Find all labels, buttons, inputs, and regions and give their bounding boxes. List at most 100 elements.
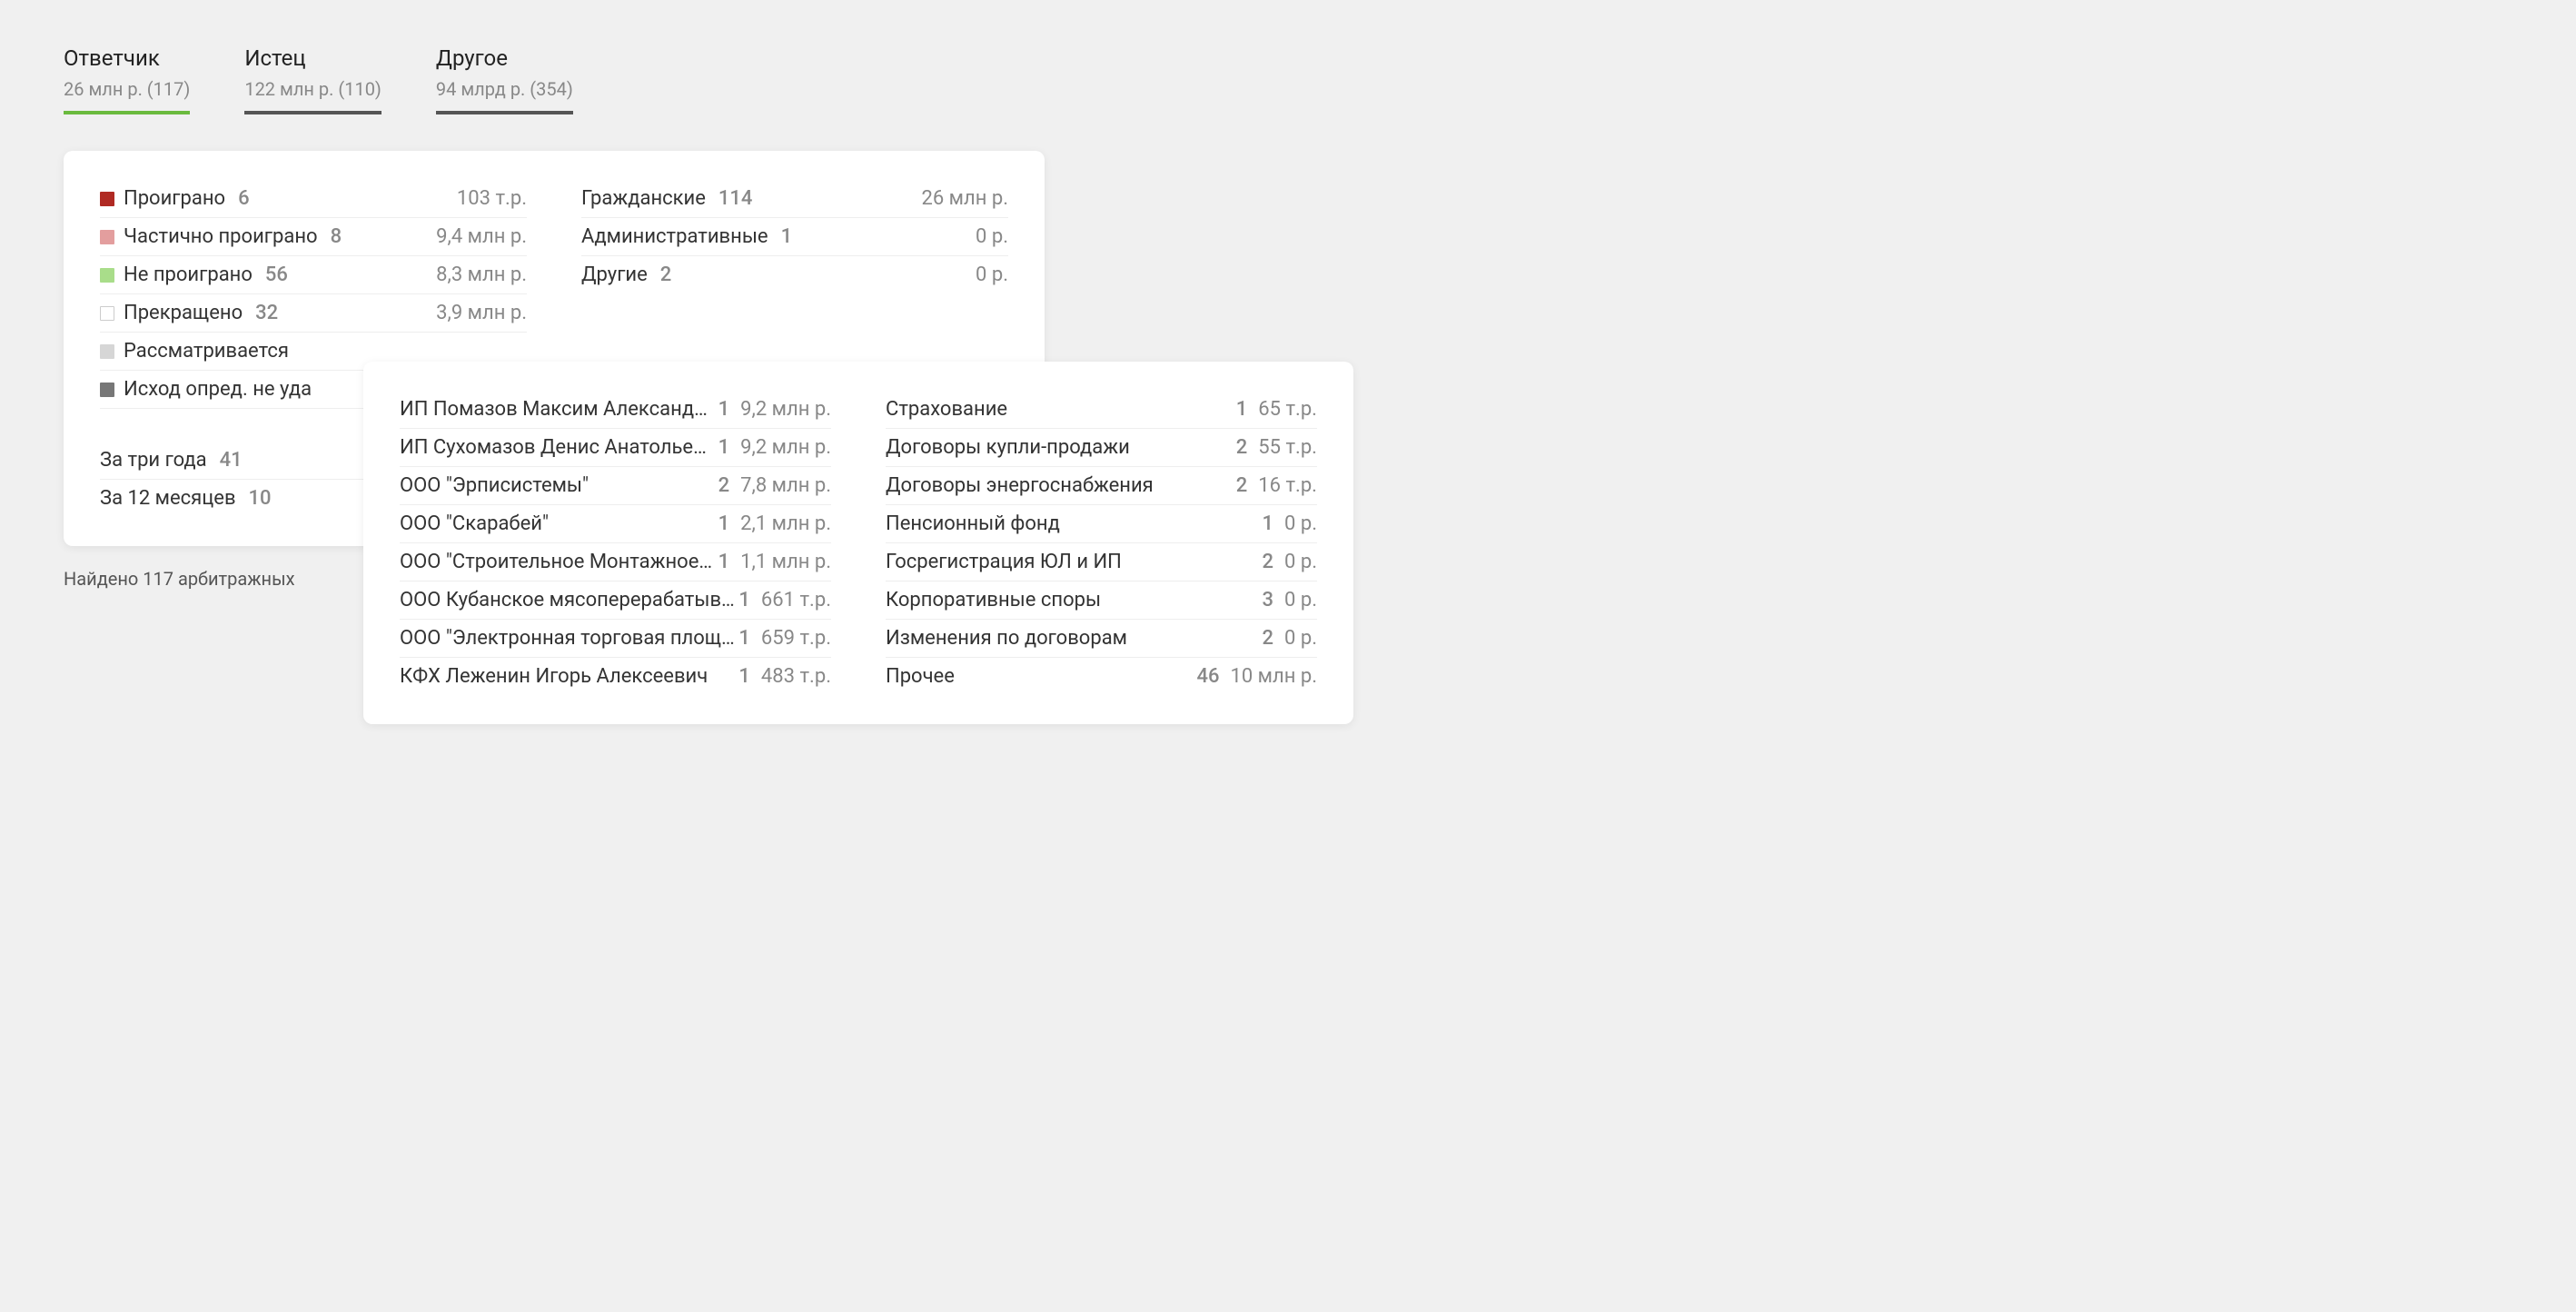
- category-count: 1: [1263, 512, 1274, 535]
- category-row[interactable]: Корпоративные споры30 р.: [886, 581, 1317, 620]
- type-count: 1: [781, 225, 793, 248]
- status-row[interactable]: Не проиграно 56 8,3 млн р.: [100, 256, 527, 294]
- category-row[interactable]: Прочее46 10 млн р.: [886, 658, 1317, 695]
- status-chip-icon: [100, 192, 114, 206]
- status-value: 103 т.р.: [457, 187, 527, 210]
- party-row[interactable]: КФХ Леженин Игорь Алексеевич1 483 т.р.: [400, 658, 831, 695]
- status-value: 9,4 млн р.: [436, 225, 527, 248]
- tab-title: Истец: [244, 45, 381, 71]
- status-value: 3,9 млн р.: [436, 302, 527, 324]
- party-count: 1: [738, 589, 750, 611]
- party-row[interactable]: ООО Кубанское мясоперерабатывающе...1661…: [400, 581, 831, 620]
- category-row[interactable]: Договоры энергоснабжения2 16 т.р.: [886, 467, 1317, 505]
- party-value: 661 т.р.: [761, 589, 831, 611]
- type-value: 26 млн р.: [921, 187, 1008, 210]
- party-value: 7,8 млн р.: [740, 474, 831, 497]
- status-count: 6: [238, 187, 250, 210]
- party-value: 9,2 млн р.: [740, 398, 831, 421]
- category-value: 65 т.р.: [1258, 398, 1317, 421]
- status-label: Рассматривается: [124, 340, 289, 363]
- party-row[interactable]: ИП Помазов Максим Александрович19,2 млн …: [400, 391, 831, 429]
- tab-plaintiff[interactable]: Истец 122 млн р. (110): [244, 45, 381, 114]
- category-label: Прочее: [886, 665, 1193, 688]
- category-count: 3: [1263, 589, 1274, 611]
- tab-subtitle: 122 млн р. (110): [244, 78, 381, 100]
- status-row[interactable]: Прекращено 32 3,9 млн р.: [100, 294, 527, 333]
- party-row[interactable]: ООО "Эрписистемы"2 7,8 млн р.: [400, 467, 831, 505]
- tab-subtitle: 94 млрд р. (354): [436, 78, 573, 100]
- category-count: 2: [1236, 474, 1248, 497]
- type-count: 114: [718, 187, 753, 210]
- status-label: Не проиграно: [124, 263, 253, 286]
- type-row[interactable]: Административные 1 0 р.: [581, 218, 1008, 256]
- category-count: 46: [1196, 665, 1219, 688]
- category-value: 10 млн р.: [1230, 665, 1317, 688]
- category-row[interactable]: Госрегистрация ЮЛ и ИП2 0 р.: [886, 543, 1317, 581]
- party-label: ИП Сухомазов Денис Анатольевич: [400, 436, 715, 459]
- category-label: Страхование: [886, 398, 1233, 421]
- status-label: Исход опред. не уда: [124, 378, 312, 401]
- period-label: За 12 месяцев: [100, 487, 236, 510]
- type-row[interactable]: Гражданские 114 26 млн р.: [581, 180, 1008, 218]
- category-count: 2: [1263, 551, 1274, 573]
- party-count: 1: [718, 512, 730, 535]
- party-count: 1: [738, 627, 750, 650]
- party-label: ООО "Строительное Монтажное Упра...: [400, 551, 715, 573]
- party-count: 1: [718, 436, 730, 459]
- category-row[interactable]: Договоры купли-продажи255 т.р.: [886, 429, 1317, 467]
- category-value: 0 р.: [1284, 589, 1317, 611]
- status-chip-icon: [100, 383, 114, 397]
- status-chip-icon: [100, 268, 114, 283]
- party-row[interactable]: ООО "Электронная торговая площадка ...16…: [400, 620, 831, 658]
- category-value: 16 т.р.: [1258, 474, 1317, 497]
- party-label: ИП Помазов Максим Александрович: [400, 398, 715, 421]
- status-count: 32: [255, 302, 278, 324]
- status-label: Проиграно: [124, 187, 225, 210]
- type-label: Другие: [581, 263, 648, 286]
- parties-column: ИП Помазов Максим Александрович19,2 млн …: [400, 391, 831, 695]
- party-count: 1: [738, 665, 750, 688]
- status-label: Частично проиграно: [124, 225, 318, 248]
- type-value: 0 р.: [976, 225, 1008, 248]
- tab-title: Ответчик: [64, 45, 190, 71]
- status-label: Прекращено: [124, 302, 243, 324]
- party-row[interactable]: ООО "Скарабей"12,1 млн р.: [400, 505, 831, 543]
- category-row[interactable]: Страхование1 65 т.р.: [886, 391, 1317, 429]
- party-label: ООО "Эрписистемы": [400, 474, 715, 497]
- party-value: 659 т.р.: [761, 627, 831, 650]
- type-row[interactable]: Другие 2 0 р.: [581, 256, 1008, 293]
- party-value: 2,1 млн р.: [740, 512, 831, 535]
- party-row[interactable]: ООО "Строительное Монтажное Упра...11,1 …: [400, 543, 831, 581]
- type-label: Административные: [581, 225, 768, 248]
- category-label: Изменения по договорам: [886, 627, 1259, 650]
- category-label: Договоры энергоснабжения: [886, 474, 1233, 497]
- type-count: 2: [660, 263, 672, 286]
- type-value: 0 р.: [976, 263, 1008, 286]
- category-count: 2: [1263, 627, 1274, 650]
- status-chip-icon: [100, 306, 114, 321]
- status-row[interactable]: Частично проиграно 8 9,4 млн р.: [100, 218, 527, 256]
- category-row[interactable]: Пенсионный фонд10 р.: [886, 505, 1317, 543]
- party-count: 2: [718, 474, 730, 497]
- category-column: Страхование165 т.р. Договоры купли-прода…: [886, 391, 1317, 695]
- period-count: 10: [249, 487, 272, 510]
- party-label: ООО "Электронная торговая площадка ...: [400, 627, 735, 650]
- period-count: 41: [220, 449, 243, 472]
- party-label: КФХ Леженин Игорь Алексеевич: [400, 665, 735, 688]
- category-count: 1: [1236, 398, 1248, 421]
- category-label: Госрегистрация ЮЛ и ИП: [886, 551, 1259, 573]
- detail-overlay-panel: ИП Помазов Максим Александрович19,2 млн …: [363, 362, 1353, 724]
- category-value: 55 т.р.: [1258, 436, 1317, 459]
- status-chip-icon: [100, 344, 114, 359]
- status-chip-icon: [100, 230, 114, 244]
- category-value: 0 р.: [1284, 551, 1317, 573]
- tab-other[interactable]: Другое 94 млрд р. (354): [436, 45, 573, 114]
- category-row[interactable]: Изменения по договорам20 р.: [886, 620, 1317, 658]
- tab-defendant[interactable]: Ответчик 26 млн р. (117): [64, 45, 190, 114]
- party-value: 483 т.р.: [761, 665, 831, 688]
- category-label: Пенсионный фонд: [886, 512, 1259, 535]
- status-row[interactable]: Проиграно 6 103 т.р.: [100, 180, 527, 218]
- tab-subtitle: 26 млн р. (117): [64, 78, 190, 100]
- party-row[interactable]: ИП Сухомазов Денис Анатольевич19,2 млн р…: [400, 429, 831, 467]
- tab-title: Другое: [436, 45, 573, 71]
